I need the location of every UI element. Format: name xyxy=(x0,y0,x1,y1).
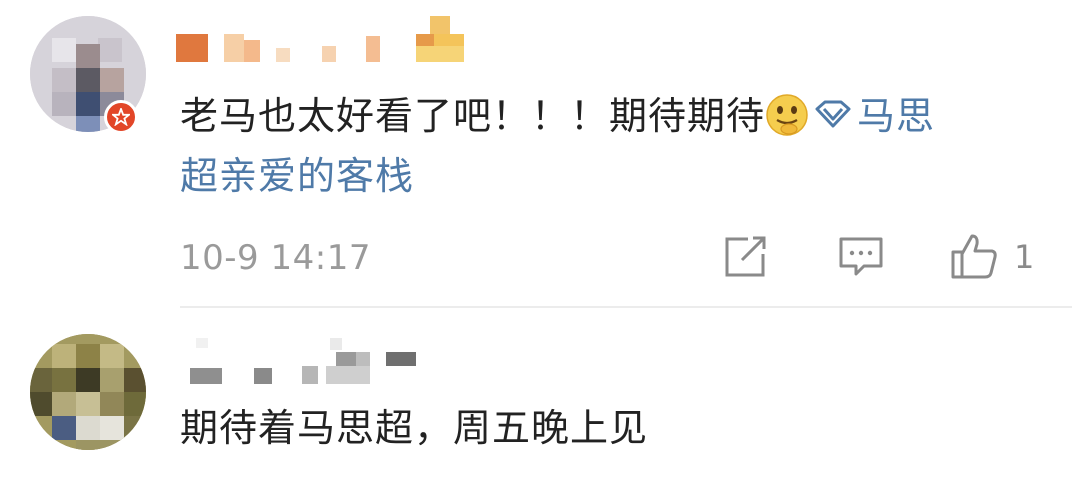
comment-body: 老马也太好看了吧！！！期待期待 xyxy=(180,94,766,138)
comment-text: 老马也太好看了吧！！！期待期待 马思超亲爱的客栈 xyxy=(180,86,1050,206)
comment-icon[interactable] xyxy=(838,236,884,278)
comment-text: 期待着马思超，周五晚上见 xyxy=(180,406,649,450)
like-icon[interactable] xyxy=(950,232,998,280)
topic-text-line1[interactable]: 马思 xyxy=(857,94,935,138)
like-count: 1 xyxy=(1014,238,1035,276)
avatar[interactable] xyxy=(30,334,146,450)
diamond-icon xyxy=(813,86,853,128)
comment-list: 老马也太好看了吧！！！期待期待 马思 超亲爱的客栈 10-9 14:17 1 期… xyxy=(0,0,1072,480)
comment-timestamp: 10-9 14:17 xyxy=(180,238,371,278)
divider xyxy=(180,306,1072,308)
thinking-emoji-icon xyxy=(765,93,809,137)
username[interactable] xyxy=(176,334,436,386)
topic-text-line2[interactable]: 超亲爱的客栈 xyxy=(180,154,414,198)
share-icon[interactable] xyxy=(724,236,768,278)
vip-badge-icon xyxy=(104,100,138,134)
username[interactable] xyxy=(176,16,476,66)
